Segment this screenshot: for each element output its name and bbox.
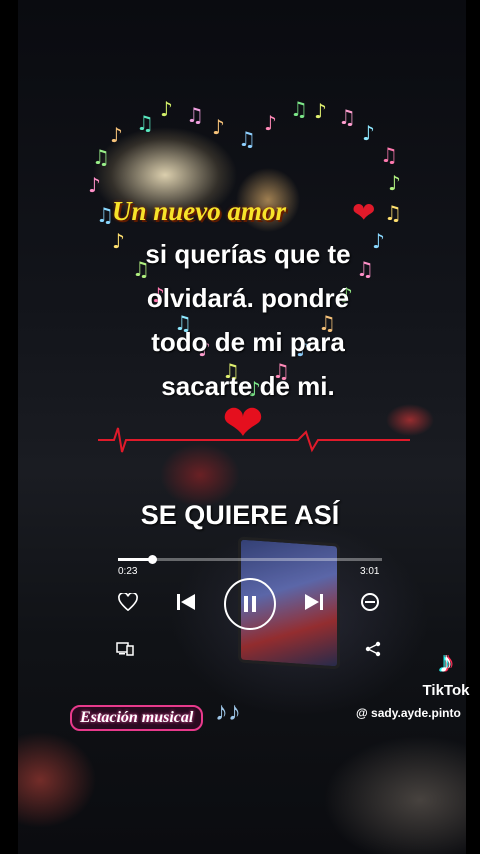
heart-outline-icon[interactable] <box>116 590 140 614</box>
tiktok-brand: TikTok <box>422 682 470 699</box>
skip-back-icon[interactable] <box>174 590 198 614</box>
devices-icon[interactable] <box>114 640 136 658</box>
progress-fill <box>118 558 153 561</box>
svg-text:♫: ♫ <box>290 97 308 121</box>
progress-track[interactable] <box>118 558 382 561</box>
svg-text:♪: ♪ <box>212 115 225 139</box>
svg-text:♫: ♫ <box>380 143 398 167</box>
svg-text:♫: ♫ <box>186 103 204 127</box>
creator-handle: @ sady.ayde.pinto <box>356 706 461 720</box>
skip-forward-icon[interactable] <box>302 590 326 614</box>
svg-text:♪: ♪ <box>314 99 327 123</box>
svg-text:♫: ♫ <box>338 105 356 129</box>
svg-text:♪: ♪ <box>362 121 375 145</box>
pause-icon <box>244 596 256 612</box>
share-icon[interactable] <box>362 638 384 660</box>
banner-text: SE QUIERE ASÍ <box>140 500 340 530</box>
pause-button[interactable] <box>224 578 276 630</box>
elapsed-time: 0:23 <box>118 566 138 577</box>
title-heart-icon: ❤ <box>352 197 376 228</box>
svg-text:♫: ♫ <box>136 111 154 135</box>
svg-text:♪: ♪ <box>388 171 401 195</box>
svg-text:♪: ♪ <box>264 111 277 135</box>
tiktok-watermark: ♪ TikTok <box>416 646 476 699</box>
svg-text:♪: ♪ <box>110 123 123 147</box>
song-title: Un nuevo amor <box>112 196 287 226</box>
svg-text:♫: ♫ <box>238 127 256 151</box>
estacion-musical-sticker: Estación musical <box>70 705 204 731</box>
minus-circle-icon[interactable] <box>358 590 382 614</box>
svg-text:♪: ♪ <box>160 97 173 121</box>
duration-time: 3:01 <box>360 566 380 577</box>
svg-text:♫: ♫ <box>384 201 402 225</box>
svg-text:♪: ♪ <box>88 173 101 197</box>
lyrics-text: si querías que te olvidará. pondré todo … <box>145 239 351 401</box>
big-heart-icon: ❤ <box>222 395 264 451</box>
music-notes-icon: ♪♪ <box>215 696 241 726</box>
tiktok-logo-icon: ♪ <box>438 646 454 679</box>
svg-text:♫: ♫ <box>92 145 110 169</box>
